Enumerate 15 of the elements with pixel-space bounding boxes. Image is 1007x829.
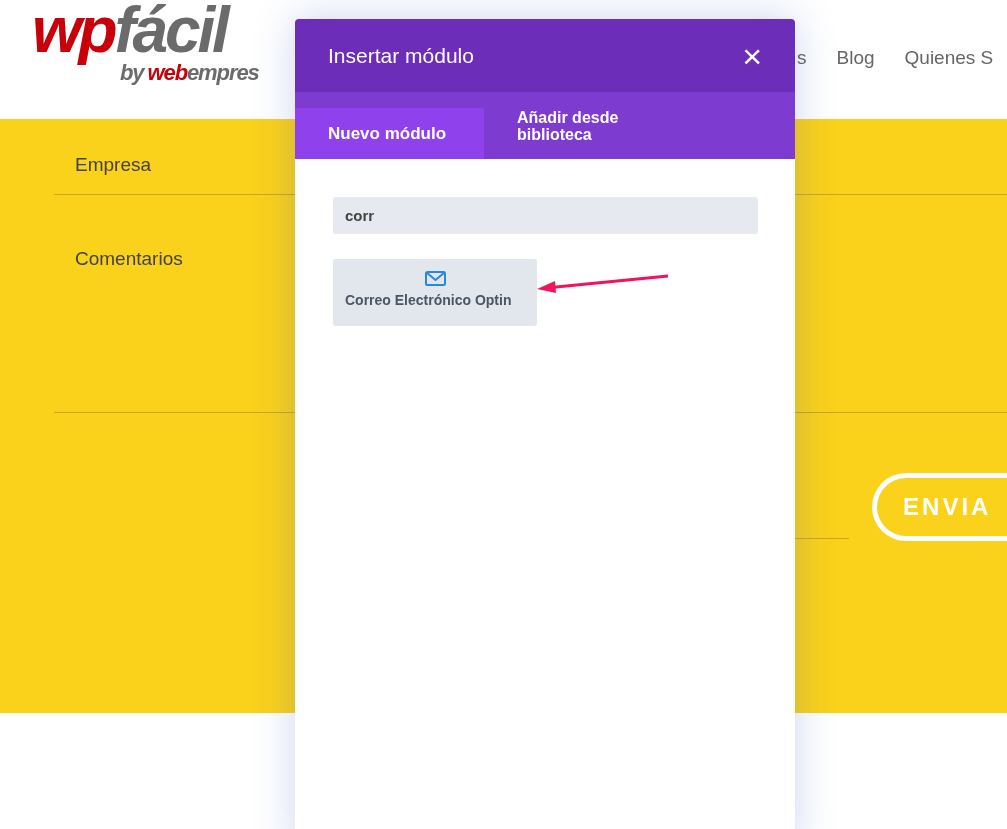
module-tile[interactable]: Correo Electrónico Optin <box>333 259 537 326</box>
logo-text: empres <box>187 62 259 84</box>
search-field[interactable]: corr <box>333 197 758 234</box>
logo-text: by <box>120 62 144 84</box>
field-label: Comentarios <box>75 248 183 269</box>
close-button[interactable]: × <box>742 38 762 73</box>
logo-text: fácil <box>114 0 227 62</box>
nav-link[interactable]: Quienes S <box>904 44 994 73</box>
tab[interactable]: Nuevo módulo <box>295 108 484 159</box>
dialog-title: Insertar módulo <box>328 42 474 69</box>
nav-link[interactable]: Blog <box>836 44 875 73</box>
logo-text: web <box>147 62 187 84</box>
field-label: Empresa <box>75 154 152 175</box>
envelope-icon <box>424 271 446 286</box>
nav-link[interactable]: s <box>797 44 807 73</box>
